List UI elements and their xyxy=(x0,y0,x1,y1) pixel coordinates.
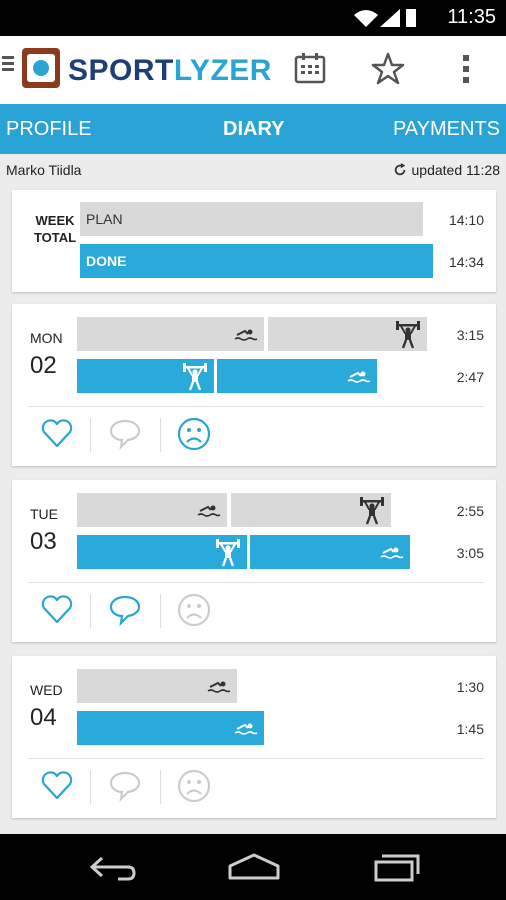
plan-bar-swim[interactable] xyxy=(77,669,237,703)
done-time: 1:45 xyxy=(456,721,484,737)
star-icon[interactable] xyxy=(371,52,405,86)
tab-diary[interactable]: DIARY xyxy=(223,118,284,141)
status-time: 11:35 xyxy=(447,6,496,28)
weightlifting-icon xyxy=(396,321,420,349)
heart-icon[interactable] xyxy=(40,592,74,626)
day-card-wed: WED 04 1:30 1:45 xyxy=(12,656,496,818)
week-total-card: WEEK TOTAL PLAN 14:10 DONE 14:34 xyxy=(12,190,496,292)
drawer-menu-icon[interactable] xyxy=(2,56,14,74)
plan-label: PLAN xyxy=(86,211,123,227)
frown-face-icon[interactable] xyxy=(176,768,212,804)
divider xyxy=(28,406,484,407)
week-done-time: 14:34 xyxy=(448,254,484,270)
plan-time: 3:15 xyxy=(456,327,484,343)
system-nav-bar xyxy=(0,834,506,900)
user-status-line: Marko Tiidla updated 11:28 xyxy=(0,156,506,182)
done-time: 3:05 xyxy=(456,545,484,561)
week-plan-time: 14:10 xyxy=(448,212,484,228)
done-label: DONE xyxy=(86,253,127,269)
heart-icon[interactable] xyxy=(40,416,74,450)
plan-bar-gym[interactable] xyxy=(268,317,427,351)
refresh-icon xyxy=(394,163,405,176)
comment-icon[interactable] xyxy=(108,592,142,626)
tab-profile[interactable]: PROFILE xyxy=(6,118,92,141)
heart-icon[interactable] xyxy=(40,768,74,802)
day-number: 04 xyxy=(30,704,57,731)
done-bar-gym[interactable] xyxy=(77,535,247,569)
swim-icon xyxy=(380,547,404,559)
tab-bar: PROFILE DIARY PAYMENTS xyxy=(0,104,506,154)
swim-icon xyxy=(234,329,258,341)
day-name: WED xyxy=(30,682,63,698)
plan-time: 1:30 xyxy=(456,679,484,695)
app-logo-text: SPORTLYZER xyxy=(68,54,272,87)
day-card-mon: MON 02 3:15 2:47 xyxy=(12,304,496,466)
comment-icon[interactable] xyxy=(108,768,142,802)
weightlifting-icon xyxy=(360,497,384,525)
plan-bar-gym[interactable] xyxy=(231,493,391,527)
plan-bar-swim[interactable] xyxy=(77,493,227,527)
done-bar-gym[interactable] xyxy=(77,359,214,393)
user-name: Marko Tiidla xyxy=(6,162,82,178)
day-name: TUE xyxy=(30,506,58,522)
weightlifting-icon xyxy=(183,363,207,391)
signal-icons xyxy=(354,9,416,27)
week-total-label: WEEK TOTAL xyxy=(33,213,77,245)
home-icon[interactable] xyxy=(226,852,282,882)
week-plan-bar[interactable]: PLAN xyxy=(80,202,423,236)
comment-icon[interactable] xyxy=(108,416,142,450)
divider xyxy=(28,758,484,759)
done-bar-swim[interactable] xyxy=(217,359,377,393)
day-number: 02 xyxy=(30,352,57,379)
day-actions xyxy=(28,412,328,462)
frown-face-icon[interactable] xyxy=(176,416,212,452)
weightlifting-icon xyxy=(216,539,240,567)
done-bar-swim[interactable] xyxy=(250,535,410,569)
swim-icon xyxy=(234,723,258,735)
updated-text: updated 11:28 xyxy=(411,162,501,178)
plan-bar-swim[interactable] xyxy=(77,317,264,351)
swim-icon xyxy=(347,371,371,383)
divider xyxy=(28,582,484,583)
tab-payments[interactable]: PAYMENTS xyxy=(393,118,500,141)
done-bar-swim[interactable] xyxy=(77,711,264,745)
day-number: 03 xyxy=(30,528,57,555)
swim-icon xyxy=(207,681,231,693)
update-status[interactable]: updated 11:28 xyxy=(392,162,500,178)
status-bar: 11:35 xyxy=(0,0,506,36)
day-card-tue: TUE 03 2:55 3:05 xyxy=(12,480,496,642)
day-actions xyxy=(28,764,328,814)
overflow-menu-icon[interactable] xyxy=(460,54,472,84)
back-icon[interactable] xyxy=(88,852,138,882)
plan-time: 2:55 xyxy=(456,503,484,519)
swim-icon xyxy=(197,505,221,517)
recent-apps-icon[interactable] xyxy=(372,852,422,882)
frown-face-icon[interactable] xyxy=(176,592,212,628)
calendar-icon[interactable] xyxy=(294,52,326,84)
sportlyzer-logo-icon xyxy=(22,48,60,88)
done-time: 2:47 xyxy=(456,369,484,385)
day-actions xyxy=(28,588,328,638)
day-name: MON xyxy=(30,330,63,346)
week-done-bar[interactable]: DONE xyxy=(80,244,433,278)
